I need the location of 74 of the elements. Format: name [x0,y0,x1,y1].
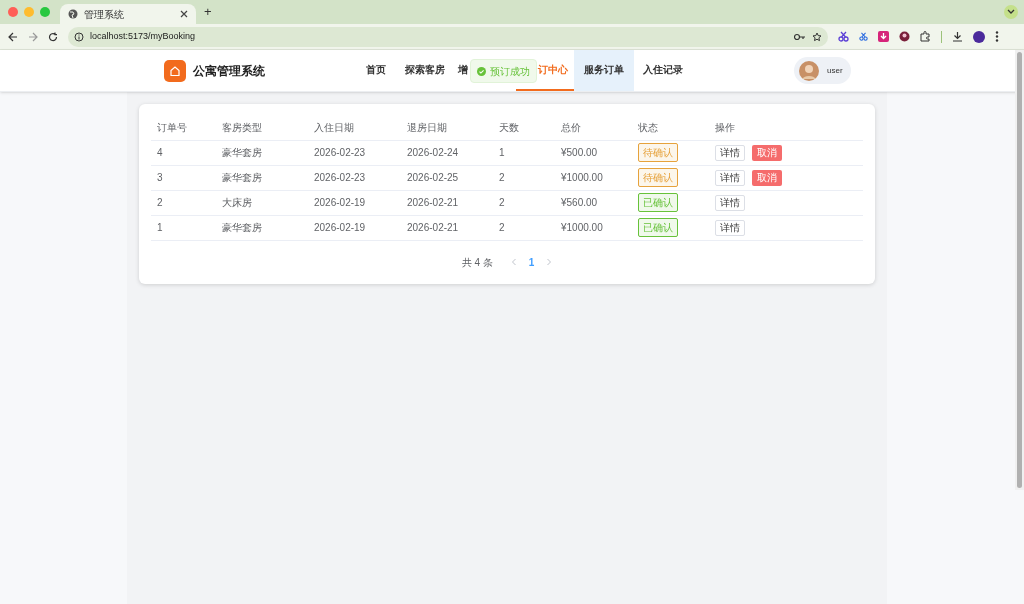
scissors-icon[interactable] [838,31,849,42]
user-name: user [827,64,843,77]
table-cell: 2 [499,222,505,233]
table-cell: 豪华套房 [222,147,262,158]
column-header: 操作 [715,122,735,134]
table-cell: 1 [157,222,163,233]
table-cell: ¥1000.00 [561,172,603,183]
chevron-down-icon [1007,9,1015,15]
table-cell: 4 [157,147,163,158]
scissors-icon[interactable] [859,32,868,41]
table-cell: 2026-02-21 [407,197,459,208]
details-button[interactable]: 详情 [715,219,745,236]
details-button[interactable]: 详情 [715,169,745,186]
table-cell: 2026-02-23 [314,147,366,158]
more-icon[interactable] [995,31,999,42]
extension-icon[interactable] [899,31,910,42]
download-extension-icon[interactable] [878,31,889,42]
check-circle-icon [477,66,486,76]
total-count: 共 4 条 [461,255,493,270]
key-icon[interactable] [794,32,806,41]
nav-tab[interactable]: 探索客房 [396,50,454,91]
details-button[interactable]: 详情 [715,144,745,161]
status-tag: 已确认 [638,193,678,212]
table-cell: 豪华套房 [222,172,262,183]
tab-title: 管理系统 [84,7,125,22]
column-header: 退房日期 [407,122,447,134]
table-cell: 大床房 [222,197,252,208]
profile-avatar[interactable] [973,30,985,43]
download-icon[interactable] [952,31,963,42]
avatar [799,60,819,81]
url-text: localhost:5173/myBooking [90,29,197,43]
table-cell: 1 [499,147,505,158]
nav-tab[interactable]: 服务订单 [574,50,634,91]
reload-icon[interactable] [48,31,58,42]
table-cell: 2026-02-21 [407,222,459,233]
new-tab-button[interactable]: + [204,2,212,22]
logo-icon [164,59,186,82]
column-header: 天数 [499,122,519,134]
table-cell: 3 [157,172,163,183]
column-header: 订单号 [157,122,187,134]
app-title: 公寓管理系统 [193,62,265,80]
scrollbar[interactable] [1015,50,1024,490]
table-cell: 2026-02-19 [314,197,366,208]
table-cell: 豪华套房 [222,222,262,233]
status-tag: 待确认 [638,143,678,162]
info-icon [74,31,84,42]
browser-tab[interactable]: 管理系统 [60,4,196,24]
star-icon[interactable] [812,31,822,42]
details-button[interactable]: 详情 [715,194,745,211]
user-menu[interactable]: user [794,57,851,84]
column-header: 总价 [561,122,581,134]
table-cell: 2 [499,172,505,183]
puzzle-icon[interactable] [920,31,931,42]
nav-tab[interactable]: 首页 [356,50,396,91]
table-cell: ¥1000.00 [561,222,603,233]
table-cell: 2 [157,197,163,208]
status-tag: 待确认 [638,168,678,187]
table-cell: 2 [499,197,505,208]
forward-icon[interactable] [28,31,38,42]
tab-search-button[interactable] [1004,5,1018,19]
table-cell: ¥500.00 [561,147,598,158]
table-cell: 2026-02-23 [314,172,366,183]
column-header: 入住日期 [314,122,354,134]
nav-tab[interactable]: 入住记录 [634,50,692,91]
column-header: 状态 [638,122,658,134]
column-header: 客房类型 [222,122,262,134]
table-cell: 2026-02-25 [407,172,459,183]
table-cell: 2026-02-19 [314,222,366,233]
table-cell: ¥560.00 [561,197,598,208]
table-cell: 2026-02-24 [407,147,459,158]
close-icon[interactable] [180,10,188,18]
back-icon[interactable] [8,31,18,42]
address-field[interactable]: localhost:5173/myBooking [68,26,828,47]
status-tag: 已确认 [638,218,678,237]
